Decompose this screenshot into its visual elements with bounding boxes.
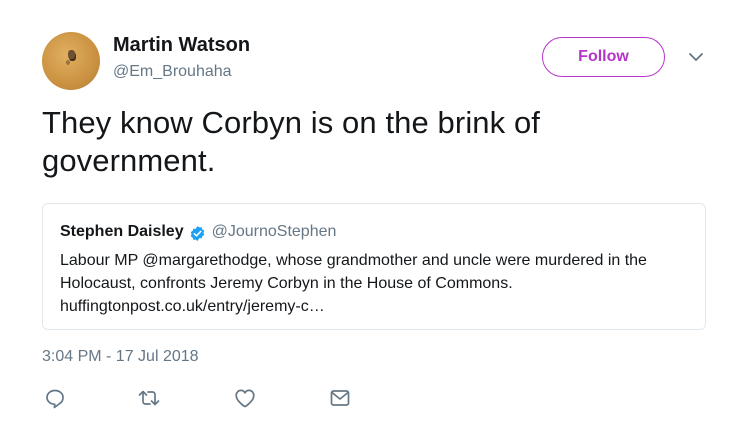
quoted-tweet-header: Stephen Daisley @JournoStephen (60, 223, 336, 241)
tweet-timestamp[interactable]: 3:04 PM - 17 Jul 2018 (42, 348, 199, 366)
chevron-down-icon[interactable] (686, 50, 706, 64)
quoted-tweet-card[interactable]: Stephen Daisley @JournoStephen Labour MP… (42, 203, 706, 330)
quoted-text-line: Holocaust, confronts Jeremy Corbyn in th… (60, 275, 513, 292)
follow-button[interactable]: Follow (542, 37, 665, 77)
reply-icon[interactable] (43, 386, 67, 410)
author-display-name[interactable]: Martin Watson (113, 34, 250, 57)
avatar-pin-shape (68, 50, 75, 59)
like-icon[interactable] (233, 386, 257, 410)
retweet-icon[interactable] (137, 386, 161, 410)
quoted-text-line: Labour MP @margarethodge, whose grandmot… (60, 252, 647, 269)
quoted-tweet-text: Labour MP @margarethodge, whose grandmot… (60, 249, 700, 318)
tweet-text-line: They know Corbyn is on the brink of (42, 105, 541, 140)
avatar-pin-shadow (66, 60, 70, 65)
tweet-text: They know Corbyn is on the brink of gove… (42, 104, 702, 180)
embedded-tweet: Martin Watson @Em_Brouhaha Follow They k… (0, 0, 749, 439)
quoted-link[interactable]: huffingtonpost.co.uk/entry/jeremy-c… (60, 295, 700, 318)
direct-message-icon[interactable] (328, 386, 352, 410)
verified-badge-icon (189, 225, 206, 242)
quoted-author-name: Stephen Daisley (60, 223, 184, 240)
author-handle[interactable]: @Em_Brouhaha (113, 63, 232, 81)
avatar[interactable] (42, 32, 100, 90)
tweet-text-line: government. (42, 143, 216, 178)
quoted-author-handle: @JournoStephen (211, 223, 337, 240)
